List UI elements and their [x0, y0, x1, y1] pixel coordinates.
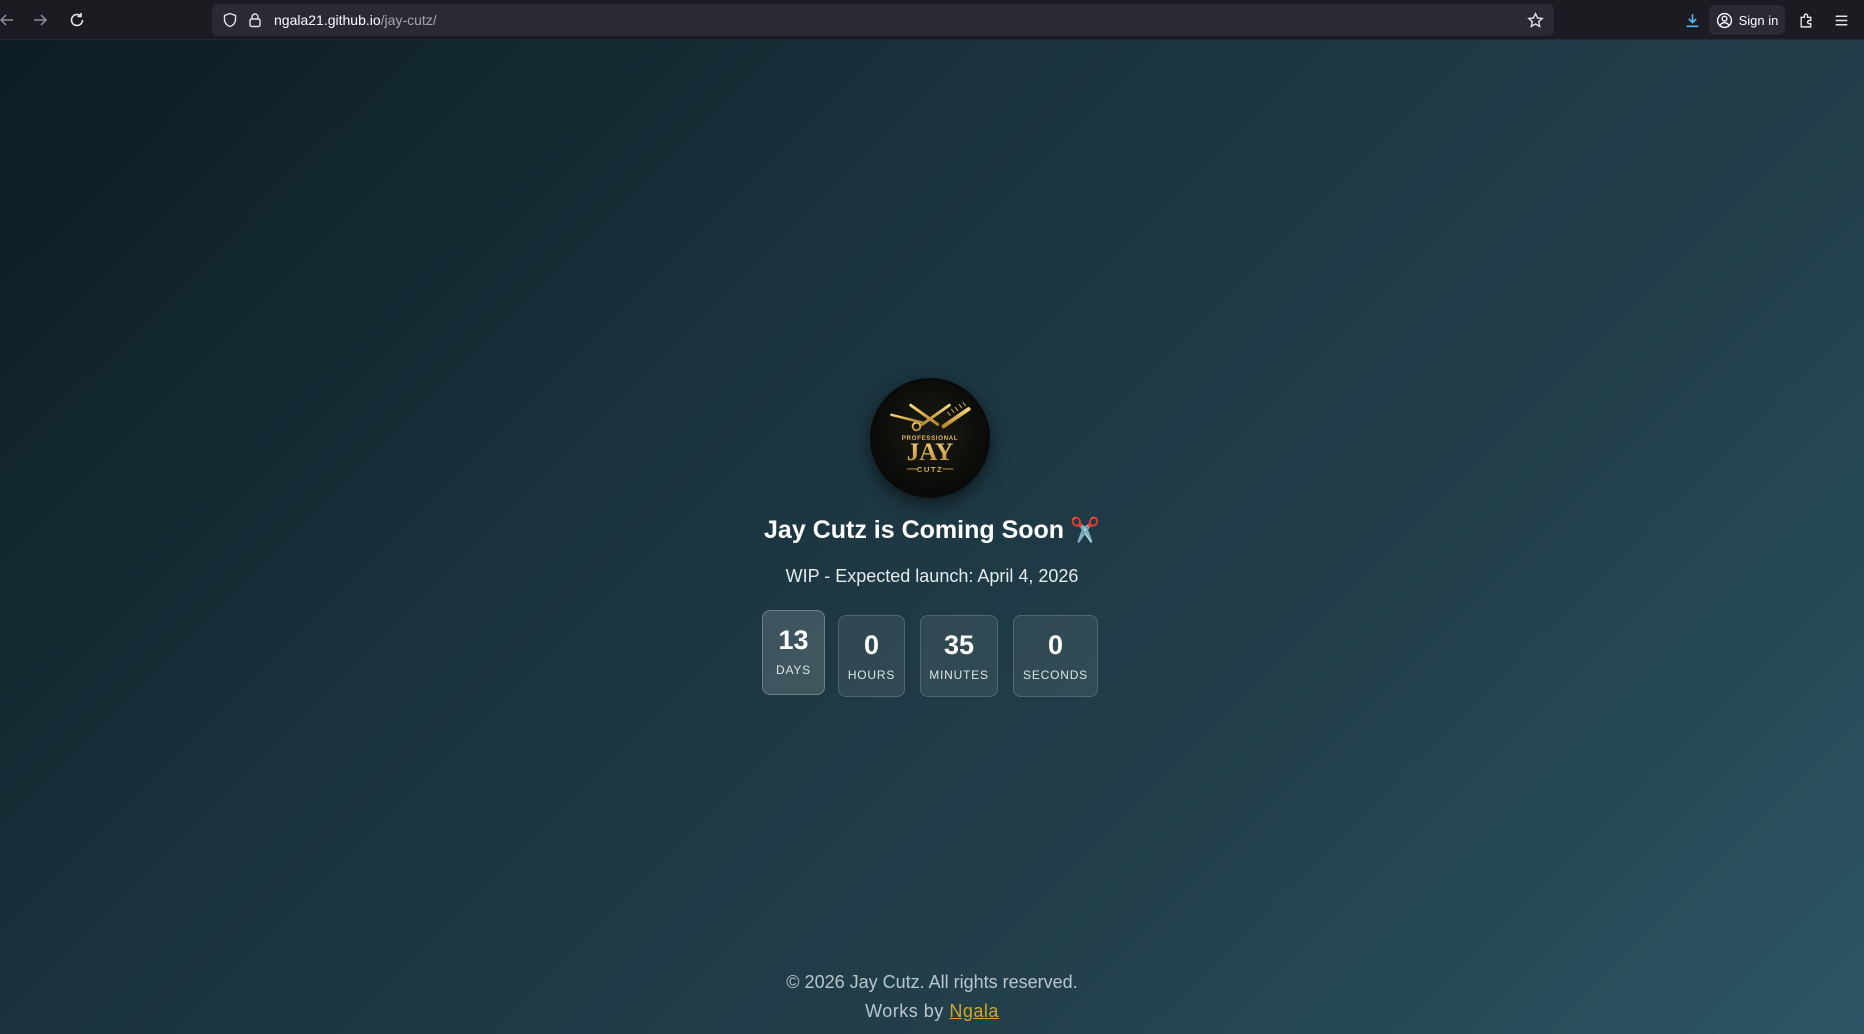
extensions-button[interactable] — [1793, 7, 1819, 33]
download-icon — [1686, 13, 1698, 27]
countdown-hours-label: HOURS — [847, 668, 896, 682]
reload-button[interactable] — [64, 7, 90, 33]
countdown-seconds-value: 0 — [1047, 630, 1064, 660]
countdown-seconds-label: SECONDS — [1023, 668, 1088, 682]
back-arrow-icon — [0, 14, 13, 26]
footer-credits: Works by Ngala — [0, 1001, 1864, 1022]
reload-icon — [70, 13, 84, 27]
browser-toolbar: ngala21.github.io/jay-cutz/ Sign in — [0, 0, 1864, 40]
countdown-days: 13 DAYS — [762, 610, 825, 695]
countdown-days-value: 13 — [778, 625, 809, 655]
footer-works-prefix: Works by — [865, 1001, 944, 1021]
launch-subtitle: WIP - Expected launch: April 4, 2026 — [785, 566, 1079, 586]
footer-copyright: © 2026 Jay Cutz. All rights reserved. — [786, 972, 1078, 992]
sign-in-button[interactable]: Sign in — [1709, 5, 1785, 35]
page-title: Jay Cutz is Coming Soon ✂️ — [0, 516, 1864, 545]
countdown-minutes: 35 MINUTES — [920, 615, 998, 697]
ngala-link[interactable]: Ngala — [949, 1001, 999, 1021]
countdown-days-label: DAYS — [776, 663, 811, 677]
menu-button[interactable] — [1828, 7, 1854, 33]
shield-icon[interactable] — [222, 12, 238, 28]
countdown-seconds: 0 SECONDS — [1013, 615, 1098, 697]
page-background: PROFESSIONAL JAY CUTZ Jay Cutz is Coming… — [0, 40, 1864, 1034]
url-text[interactable]: ngala21.github.io/jay-cutz/ — [274, 12, 437, 28]
forward-arrow-icon — [34, 14, 48, 26]
barber-logo-icon: PROFESSIONAL JAY CUTZ — [890, 401, 971, 474]
title-text: Jay Cutz is Coming Soon — [764, 516, 1065, 544]
back-button[interactable] — [0, 7, 20, 33]
logo-bottom-text: CUTZ — [917, 465, 943, 474]
url-host: ngala21.github.io — [274, 12, 381, 28]
sign-in-label: Sign in — [1738, 12, 1779, 28]
url-path: /jay-cutz/ — [380, 12, 437, 28]
url-bar[interactable]: ngala21.github.io/jay-cutz/ — [212, 4, 1554, 36]
countdown-minutes-value: 35 — [943, 630, 975, 660]
account-icon — [1716, 12, 1732, 28]
countdown-hours-value: 0 — [863, 630, 880, 660]
scissors-icon: ✂️ — [1070, 517, 1100, 544]
bookmark-star-icon[interactable] — [1527, 12, 1544, 29]
puzzle-icon — [1799, 13, 1811, 28]
countdown-minutes-label: MINUTES — [929, 668, 989, 682]
countdown-hours: 0 HOURS — [838, 615, 905, 697]
hamburger-menu-icon — [1835, 14, 1847, 26]
lock-icon[interactable] — [247, 12, 263, 28]
forward-button[interactable] — [27, 7, 53, 33]
downloads-button[interactable] — [1679, 7, 1705, 33]
jay-cutz-logo: PROFESSIONAL JAY CUTZ — [870, 378, 990, 498]
logo-main-text: JAY — [907, 439, 954, 466]
